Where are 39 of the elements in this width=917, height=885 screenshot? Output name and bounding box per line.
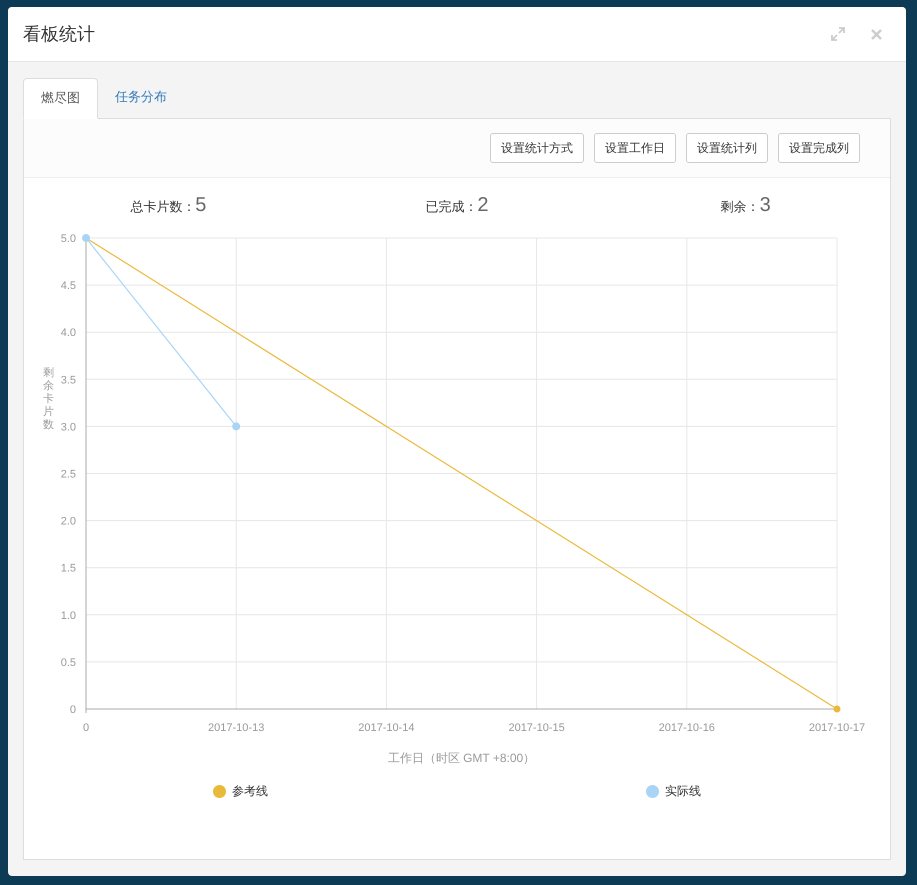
y-axis-title: 剩余卡片数: [43, 367, 54, 431]
stat-value: 5: [195, 193, 206, 218]
close-icon[interactable]: [870, 28, 883, 40]
y-tick-label: 3.0: [60, 421, 76, 434]
stat-label: 已完成：: [425, 199, 478, 217]
x-tick-label: 2017-10-15: [508, 722, 565, 734]
legend-label[interactable]: 实际线: [665, 782, 701, 800]
tab[interactable]: 任务分布: [98, 77, 184, 118]
x-tick-label: 2017-10-14: [358, 722, 415, 734]
data-point: [82, 234, 90, 242]
legend-label[interactable]: 参考线: [232, 782, 268, 800]
y-tick-label: 0: [70, 704, 76, 716]
tab[interactable]: 燃尽图: [23, 78, 98, 119]
x-tick-label: 2017-10-13: [208, 722, 264, 734]
dialog-title: 看板统计: [23, 22, 95, 46]
stat-label: 剩余：: [720, 199, 760, 217]
expand-icon[interactable]: [830, 26, 846, 42]
x-tick-label: 2017-10-16: [658, 722, 715, 734]
data-point: [834, 706, 840, 712]
stat-label: 总卡片数：: [130, 199, 196, 217]
toolbar-button[interactable]: 设置统计方式: [490, 133, 584, 163]
y-tick-label: 4.5: [60, 280, 76, 292]
x-axis-title: 工作日（时区 GMT +8:00）: [388, 751, 536, 765]
y-tick-label: 3.5: [60, 374, 76, 386]
x-tick-label: 0: [82, 722, 90, 734]
stat-value: 3: [760, 193, 771, 218]
data-point: [232, 422, 240, 430]
stat-value: 2: [477, 193, 489, 218]
toolbar-button[interactable]: 设置完成列: [778, 133, 860, 163]
y-tick-label: 2.0: [60, 516, 76, 528]
y-tick-label: 2.5: [60, 468, 76, 480]
toolbar-button[interactable]: 设置工作日: [594, 133, 676, 163]
y-tick-label: 1.0: [60, 610, 76, 622]
y-tick-label: 0.5: [60, 656, 76, 669]
toolbar-button[interactable]: 设置统计列: [686, 133, 768, 163]
y-tick-label: 5.0: [60, 233, 76, 245]
y-tick-label: 4.0: [60, 327, 76, 340]
x-tick-label: 2017-10-17: [808, 722, 866, 734]
y-tick-label: 1.5: [60, 562, 76, 575]
